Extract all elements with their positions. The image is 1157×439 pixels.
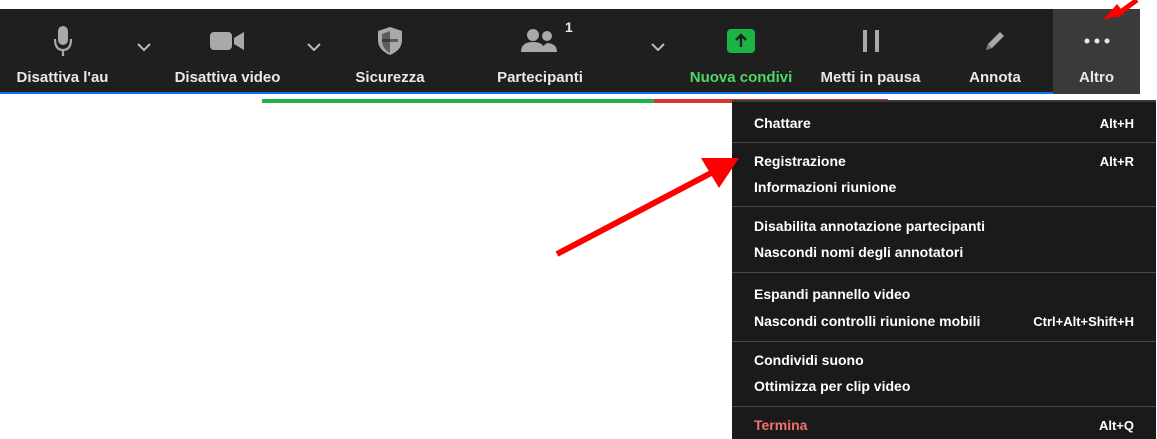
menu-divider <box>732 341 1156 342</box>
menu-divider <box>732 142 1156 143</box>
share-indicator-strip-green <box>262 99 654 103</box>
menu-item-label: Ottimizza per clip video <box>754 378 911 394</box>
security-button[interactable]: Sicurezza <box>335 9 445 94</box>
pause-share-button[interactable]: Metti in pausa <box>808 9 933 94</box>
menu-item-label: Informazioni riunione <box>754 179 897 195</box>
menu-item-optimize-video[interactable]: Ottimizza per clip video <box>732 373 1156 399</box>
pause-icon <box>861 21 881 61</box>
menu-item-label: Nascondi controlli riunione mobili <box>754 313 981 329</box>
menu-item-recording[interactable]: Registrazione Alt+R <box>732 148 1156 174</box>
menu-item-chat[interactable]: Chattare Alt+H <box>732 110 1156 136</box>
menu-item-shortcut: Alt+R <box>1099 153 1134 169</box>
chevron-down-icon <box>307 42 321 51</box>
menu-item-shortcut: Ctrl+Alt+Shift+H <box>1033 313 1134 329</box>
audio-options-caret[interactable] <box>133 37 155 57</box>
annotate-label: Annota <box>969 69 1021 86</box>
participants-label: Partecipanti <box>497 69 583 86</box>
menu-item-hide-controls[interactable]: Nascondi controlli riunione mobili Ctrl+… <box>732 308 1156 334</box>
mute-button[interactable]: Disattiva l'au <box>0 9 125 94</box>
shield-icon <box>377 21 403 61</box>
menu-item-label: Nascondi nomi degli annotatori <box>754 244 964 260</box>
menu-item-disable-annotation[interactable]: Disabilita annotazione partecipanti <box>732 213 1156 239</box>
menu-item-expand-video[interactable]: Espandi pannello video <box>732 281 1156 307</box>
pencil-icon <box>983 21 1007 61</box>
annotation-arrow-registrazione <box>555 158 739 257</box>
menu-item-shortcut: Alt+Q <box>1098 417 1134 433</box>
chevron-down-icon <box>137 42 151 51</box>
participants-count: 1 <box>565 19 573 35</box>
security-label: Sicurezza <box>355 69 425 86</box>
menu-item-label: Registrazione <box>754 153 846 169</box>
video-label: Disattiva video <box>174 69 281 86</box>
stop-video-button[interactable]: Disattiva video <box>160 9 295 94</box>
more-button[interactable]: Altro <box>1053 9 1140 94</box>
menu-item-hide-annotators[interactable]: Nascondi nomi degli annotatori <box>732 239 1156 265</box>
more-label: Altro <box>1079 69 1114 86</box>
menu-item-label: Condividi suono <box>754 352 864 368</box>
mute-label: Disattiva l'au <box>16 69 109 86</box>
participants-icon: 1 <box>521 19 573 61</box>
meeting-toolbar: Disattiva l'au Disattiva video Sicurezza <box>0 9 1140 103</box>
menu-item-label: Disabilita annotazione partecipanti <box>754 218 986 234</box>
menu-divider <box>732 272 1156 273</box>
annotate-button[interactable]: Annota <box>945 9 1045 94</box>
more-dots-icon <box>1084 21 1110 61</box>
menu-item-label: Termina <box>754 417 808 433</box>
menu-item-end[interactable]: Termina Alt+Q <box>732 412 1156 438</box>
more-options-menu: Chattare Alt+H Registrazione Alt+R Infor… <box>732 100 1156 439</box>
menu-item-label: Espandi pannello video <box>754 286 911 302</box>
new-share-button[interactable]: Nuova condivi <box>682 9 800 94</box>
menu-item-shortcut: Alt+H <box>1099 115 1134 131</box>
menu-item-share-sound[interactable]: Condividi suono <box>732 347 1156 373</box>
camera-icon <box>209 21 246 61</box>
menu-item-label: Chattare <box>754 115 811 131</box>
participants-button[interactable]: 1 Partecipanti <box>470 9 610 94</box>
microphone-icon <box>53 21 73 61</box>
menu-divider <box>732 206 1156 207</box>
menu-divider <box>732 406 1156 407</box>
share-label: Nuova condivi <box>689 69 793 86</box>
video-options-caret[interactable] <box>303 37 325 57</box>
participants-options-caret[interactable] <box>647 37 669 57</box>
chevron-down-icon <box>651 42 665 51</box>
menu-item-meeting-info[interactable]: Informazioni riunione <box>732 174 1156 200</box>
pause-label: Metti in pausa <box>820 69 921 86</box>
share-screen-icon <box>726 21 756 61</box>
